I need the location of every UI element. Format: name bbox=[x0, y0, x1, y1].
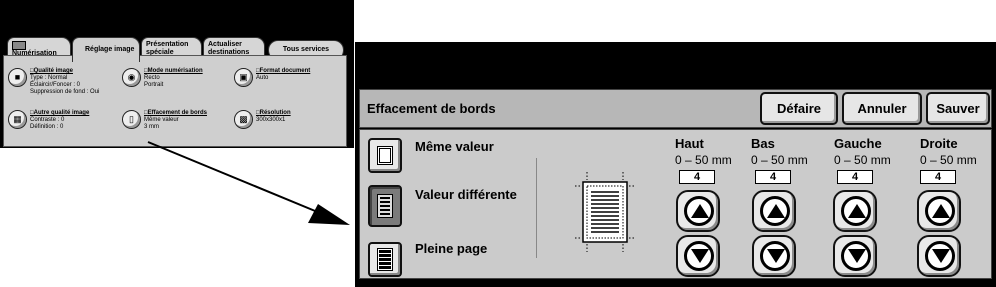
edge-bottom-increase-button[interactable] bbox=[752, 190, 796, 232]
down-arrow-icon bbox=[932, 249, 950, 263]
edge-bottom-range: 0 – 50 mm bbox=[751, 153, 808, 167]
image-options-icon: ▦ bbox=[8, 110, 27, 129]
down-arrow-icon bbox=[767, 249, 785, 263]
edge-bottom-label: Bas bbox=[751, 136, 775, 151]
down-arrow-icon bbox=[691, 249, 709, 263]
edge-right-increase-button[interactable] bbox=[917, 190, 961, 232]
save-button[interactable]: Sauver bbox=[926, 92, 990, 125]
scan-mode-icon: ◉ bbox=[122, 68, 141, 87]
undo-button[interactable]: Défaire bbox=[760, 92, 838, 125]
document-icon bbox=[377, 248, 393, 271]
mini-item-effacement-de-bords[interactable]: ▯ Effacement de bords Même valeur 3 mm bbox=[122, 110, 232, 140]
edge-bottom-decrease-button[interactable] bbox=[752, 235, 796, 277]
document-icon bbox=[377, 146, 393, 165]
page-preview-icon bbox=[575, 172, 635, 252]
down-arrow-icon bbox=[848, 249, 866, 263]
edge-left-range: 0 – 50 mm bbox=[834, 153, 891, 167]
mini-item-format-document[interactable]: ▣ Format document Auto bbox=[234, 68, 344, 98]
edge-erase-icon: ▯ bbox=[122, 110, 141, 129]
up-arrow-icon bbox=[691, 204, 709, 218]
mini-item-resolution[interactable]: ▩ Résolution 300x300x1 bbox=[234, 110, 344, 140]
edge-right-value: 4 bbox=[920, 170, 956, 184]
up-arrow-icon bbox=[767, 204, 785, 218]
up-arrow-icon bbox=[932, 204, 950, 218]
up-arrow-icon bbox=[848, 204, 866, 218]
document-icon bbox=[377, 194, 393, 218]
edge-top-value: 4 bbox=[679, 170, 715, 184]
edge-right-decrease-button[interactable] bbox=[917, 235, 961, 277]
full-page-option-button[interactable] bbox=[368, 242, 402, 277]
edge-right-range: 0 – 50 mm bbox=[920, 153, 977, 167]
edge-top-decrease-button[interactable] bbox=[676, 235, 720, 277]
edge-top-label: Haut bbox=[675, 136, 704, 151]
resolution-icon: ▩ bbox=[234, 110, 253, 129]
mini-item-autre-qualite-image[interactable]: ▦ Autre qualité image Contraste : 0 Défi… bbox=[8, 110, 118, 140]
edge-left-increase-button[interactable] bbox=[833, 190, 877, 232]
mini-item-mode-numerisation[interactable]: ◉ Mode numérisation Recto Portrait bbox=[122, 68, 232, 98]
tab-reglage-image[interactable]: Réglage image bbox=[72, 37, 140, 62]
network-scan-icon bbox=[12, 41, 26, 50]
edge-left-value: 4 bbox=[837, 170, 873, 184]
full-page-label: Pleine page bbox=[415, 241, 488, 256]
edge-top-range: 0 – 50 mm bbox=[675, 153, 732, 167]
document-size-icon: ▣ bbox=[234, 68, 253, 87]
same-value-label: Même valeur bbox=[415, 139, 494, 154]
page-title: Effacement de bords bbox=[367, 101, 496, 116]
different-value-label: Valeur différente bbox=[415, 187, 517, 202]
mini-item-qualite-image[interactable]: ■ Qualité image Type : Normal Éclaircir/… bbox=[8, 68, 118, 104]
different-value-option-button[interactable] bbox=[368, 185, 402, 227]
same-value-option-button[interactable] bbox=[368, 138, 402, 173]
edge-left-label: Gauche bbox=[834, 136, 882, 151]
edge-right-label: Droite bbox=[920, 136, 958, 151]
image-quality-icon: ■ bbox=[8, 68, 27, 87]
edge-bottom-value: 4 bbox=[755, 170, 791, 184]
divider bbox=[536, 158, 537, 258]
edge-left-decrease-button[interactable] bbox=[833, 235, 877, 277]
edge-top-increase-button[interactable] bbox=[676, 190, 720, 232]
cancel-button[interactable]: Annuler bbox=[842, 92, 922, 125]
